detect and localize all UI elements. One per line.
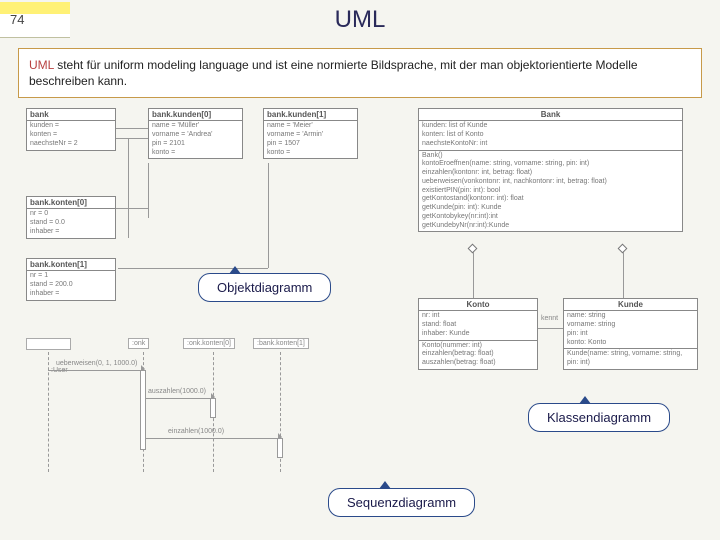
obj-kunde0-title: bank.kunden[0] xyxy=(149,109,242,121)
obj-kunde1-title: bank.kunden[1] xyxy=(264,109,357,121)
conn-line xyxy=(116,138,148,139)
class-kunde: Kunde name: string vorname: string pin: … xyxy=(563,298,698,370)
intro-rest: steht für uniform modeling language und … xyxy=(29,58,638,88)
conn-line xyxy=(116,128,148,129)
class-bank: Bank kunden: list of Kunde konten: list … xyxy=(418,108,683,232)
diagram-area: bank kunden = konten = naechsteNr = 2 ba… xyxy=(18,108,702,528)
class-bank-title: Bank xyxy=(419,109,682,121)
seq-user xyxy=(26,338,71,350)
seq-actor-2: :bank.konten[1] xyxy=(253,338,309,349)
obj-konto1: bank.konten[1] nr = 1 stand = 200.0 inha… xyxy=(26,258,116,300)
seq-msg xyxy=(143,398,213,399)
slide-number: 74 xyxy=(0,2,70,38)
activation-bar xyxy=(210,398,216,418)
activation-bar xyxy=(277,438,283,458)
obj-kunde0: bank.kunden[0] name = 'Müller' vorname =… xyxy=(148,108,243,159)
obj-konto1-title: bank.konten[1] xyxy=(27,259,115,271)
intro-highlight: UML xyxy=(29,58,54,72)
seq-actor-0: :onk xyxy=(128,338,149,349)
activation-bar xyxy=(140,370,146,450)
class-kunde-title: Kunde xyxy=(564,299,697,311)
obj-konto0: bank.konten[0] nr = 0 stand = 0.0 inhabe… xyxy=(26,196,116,238)
seq-msg-label: ueberweisen(0, 1, 1000.0) xyxy=(56,360,137,367)
diamond-icon xyxy=(468,244,478,254)
intro-text: UML steht für uniform modeling language … xyxy=(18,48,702,98)
obj-bank-attrs: kunden = konten = naechsteNr = 2 xyxy=(27,121,115,149)
class-konto: Konto nr: int stand: float inhaber: Kund… xyxy=(418,298,538,370)
class-konto-ops: Konto(nummer: int) einzahlen(betrag: flo… xyxy=(419,341,537,369)
class-konto-attrs: nr: int stand: float inhaber: Kunde xyxy=(419,311,537,340)
class-conn xyxy=(538,328,563,329)
obj-konto0-attrs: nr = 0 stand = 0.0 inhaber = xyxy=(27,209,115,237)
conn-line xyxy=(128,138,129,238)
seq-actor-1: :onk.konten[0] xyxy=(183,338,235,349)
callout-object: Objektdiagramm xyxy=(198,273,331,302)
class-konto-title: Konto xyxy=(419,299,537,311)
class-kunde-attrs: name: string vorname: string pin: int ko… xyxy=(564,311,697,349)
obj-konto1-attrs: nr = 1 stand = 200.0 inhaber = xyxy=(27,271,115,299)
obj-konto0-title: bank.konten[0] xyxy=(27,197,115,209)
class-bank-ops: Bank() kontoEroeffnen(name: string, vorn… xyxy=(419,151,682,232)
conn-line xyxy=(148,163,149,218)
seq-msg-label: einzahlen(1000.0) xyxy=(168,428,224,435)
class-conn xyxy=(473,248,474,298)
assoc-label: kennt xyxy=(541,315,558,322)
callout-sequence: Sequenzdiagramm xyxy=(328,488,475,517)
obj-bank: bank kunden = konten = naechsteNr = 2 xyxy=(26,108,116,150)
conn-line xyxy=(268,163,269,268)
seq-msg xyxy=(48,370,143,371)
class-bank-attrs: kunden: list of Kunde konten: list of Ko… xyxy=(419,121,682,150)
callout-class: Klassendiagramm xyxy=(528,403,670,432)
obj-kunde1: bank.kunden[1] name = 'Meier' vorname = … xyxy=(263,108,358,159)
obj-bank-title: bank xyxy=(27,109,115,121)
obj-kunde1-attrs: name = 'Meier' vorname = 'Armin' pin = 1… xyxy=(264,121,357,158)
seq-msg xyxy=(143,438,280,439)
seq-msg-label: auszahlen(1000.0) xyxy=(148,388,206,395)
diamond-icon xyxy=(618,244,628,254)
conn-line xyxy=(116,208,148,209)
slide-header: 74 UML xyxy=(0,0,720,40)
conn-line xyxy=(118,268,268,269)
class-conn xyxy=(623,248,624,298)
class-kunde-ops: Kunde(name: string, vorname: string, pin… xyxy=(564,349,697,369)
obj-kunde0-attrs: name = 'Müller' vorname = 'Andrea' pin =… xyxy=(149,121,242,158)
slide-title: UML xyxy=(70,6,720,34)
